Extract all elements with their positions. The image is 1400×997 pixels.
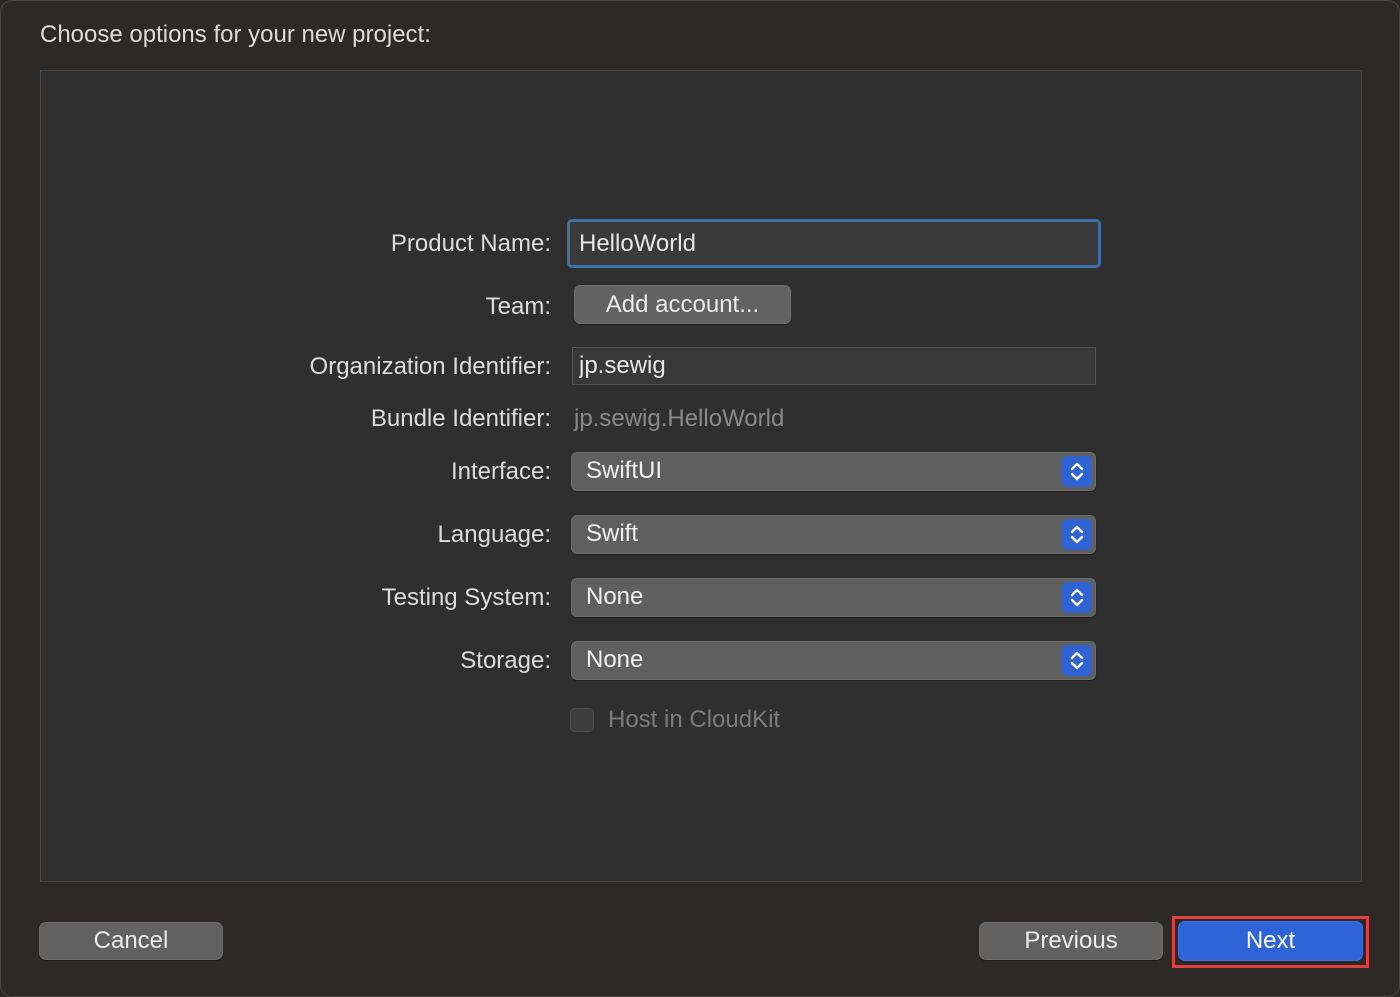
bundle-identifier-value: jp.sewig.HelloWorld	[574, 405, 785, 432]
new-project-options-dialog: Choose options for your new project: Pro…	[0, 0, 1400, 997]
next-button-highlight	[1172, 916, 1369, 968]
storage-label: Storage:	[460, 647, 551, 674]
storage-select[interactable]: None	[571, 641, 1096, 680]
add-account-button[interactable]: Add account...	[574, 285, 791, 324]
testing-system-select[interactable]: None	[571, 578, 1096, 617]
bundle-identifier-label: Bundle Identifier:	[370, 405, 551, 432]
language-selected-value: Swift	[586, 520, 639, 547]
product-name-label: Product Name:	[390, 230, 551, 257]
organization-identifier-label: Organization Identifier:	[309, 353, 551, 380]
dialog-heading: Choose options for your new project:	[40, 21, 431, 48]
cancel-button[interactable]: Cancel	[39, 922, 223, 960]
organization-identifier-input[interactable]	[572, 347, 1096, 385]
testing-system-selected-value: None	[586, 583, 644, 610]
previous-button[interactable]: Previous	[979, 922, 1163, 960]
interface-label: Interface:	[450, 458, 551, 485]
language-select[interactable]: Swift	[571, 515, 1096, 554]
host-in-cloudkit-checkbox[interactable]	[570, 708, 594, 732]
chevron-up-down-icon	[1062, 582, 1092, 613]
product-name-input[interactable]	[573, 225, 1095, 262]
interface-selected-value: SwiftUI	[586, 457, 663, 484]
interface-select[interactable]: SwiftUI	[571, 452, 1096, 491]
host-in-cloudkit-label: Host in CloudKit	[608, 706, 781, 733]
chevron-up-down-icon	[1062, 519, 1092, 550]
team-label: Team:	[485, 293, 551, 320]
testing-system-label: Testing System:	[381, 584, 551, 611]
storage-selected-value: None	[586, 646, 644, 673]
product-name-field-container	[567, 219, 1101, 268]
chevron-up-down-icon	[1062, 645, 1092, 676]
language-label: Language:	[437, 521, 551, 548]
chevron-up-down-icon	[1062, 456, 1092, 487]
